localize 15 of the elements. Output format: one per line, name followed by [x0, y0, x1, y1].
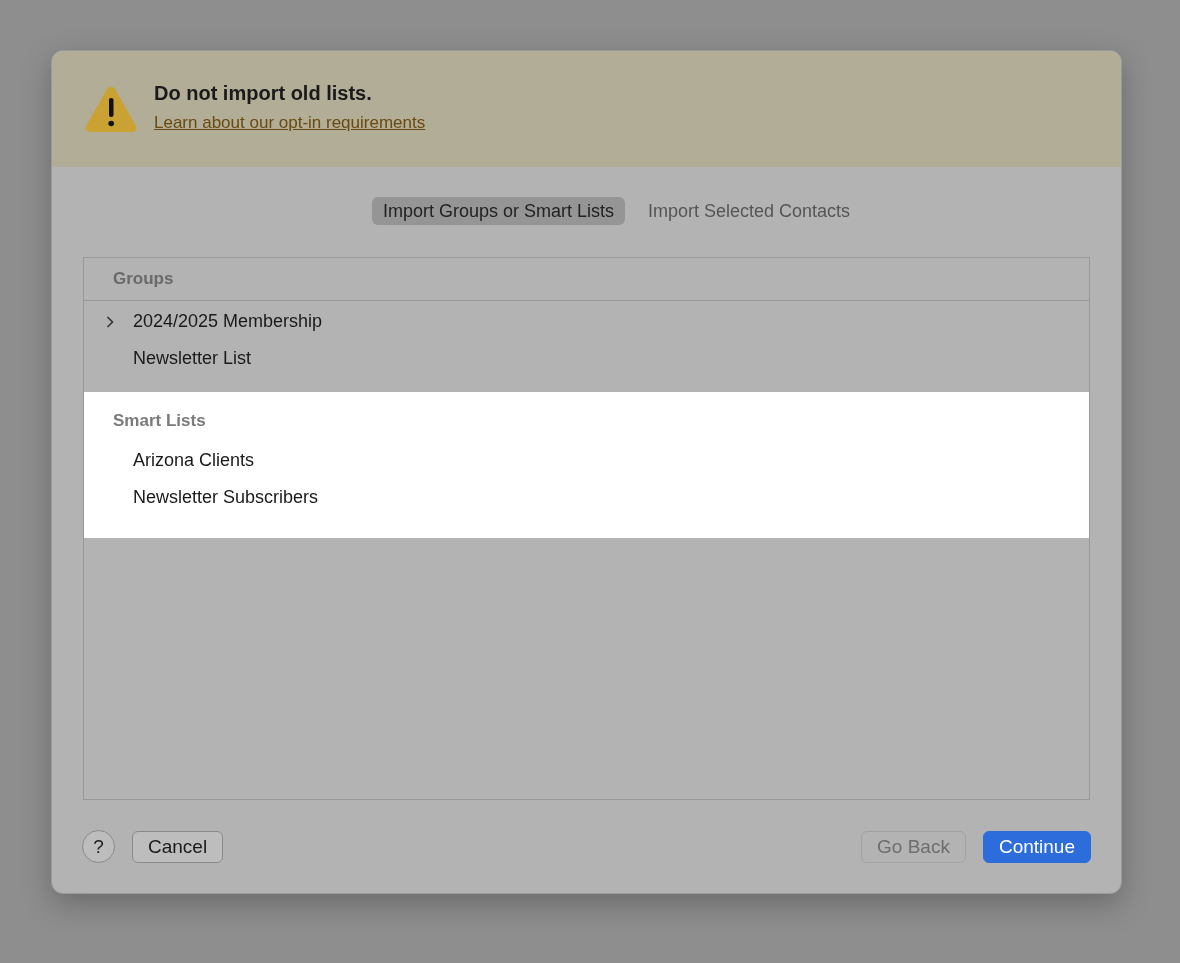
tab[interactable]: Import Selected Contacts: [637, 197, 862, 225]
chevron-icon[interactable]: [106, 315, 114, 328]
section-heading: Smart Lists: [112, 410, 207, 432]
list-item[interactable]: Newsletter List: [133, 348, 252, 369]
section-heading: Groups: [84, 258, 1089, 301]
warning-icon: [85, 86, 137, 132]
list-item[interactable]: 2024/2025 Membership: [133, 311, 323, 332]
list-item[interactable]: Arizona Clients: [133, 450, 255, 471]
tab[interactable]: Import Groups or Smart Lists: [371, 197, 625, 225]
warning-title: Do not import old lists.: [154, 81, 373, 105]
help-button[interactable]: ?: [82, 830, 115, 863]
opt-in-link[interactable]: Learn about our opt-in requirements: [154, 112, 426, 133]
list-item[interactable]: Newsletter Subscribers: [133, 487, 319, 508]
button[interactable]: Continue: [982, 830, 1091, 863]
button[interactable]: Cancel: [132, 830, 224, 863]
